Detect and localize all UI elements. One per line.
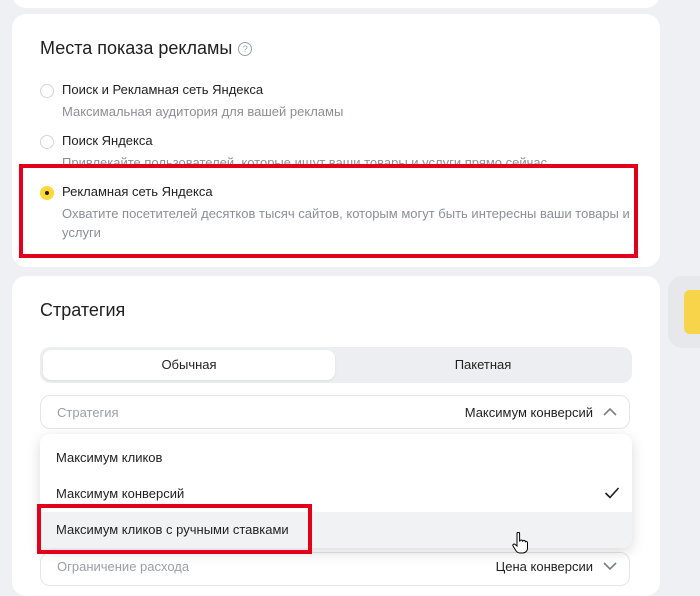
highlight-frame — [37, 504, 312, 554]
help-icon[interactable]: ? — [238, 42, 253, 56]
side-widget[interactable] — [668, 276, 700, 348]
spend-limit-select[interactable]: Ограничение расхода Цена конверсии — [40, 552, 630, 586]
placements-title-text: Места показа рекламы — [40, 38, 233, 58]
strategy-title: Стратегия — [40, 300, 126, 320]
check-icon — [604, 487, 620, 499]
placements-title: Места показа рекламы? — [40, 38, 253, 59]
hand-cursor-icon — [512, 532, 528, 554]
spend-limit-label: Ограничение расхода — [57, 559, 190, 574]
dropdown-item-label: Максимум кликов — [56, 450, 163, 465]
strategy-select[interactable]: Стратегия Максимум конверсий — [40, 395, 630, 429]
highlight-frame — [19, 164, 638, 258]
radio-button[interactable] — [40, 84, 54, 98]
tab-package[interactable]: Пакетная — [337, 350, 629, 380]
chevron-down-icon — [603, 562, 617, 571]
radio-button[interactable] — [40, 135, 54, 149]
spend-limit-value: Цена конверсии — [495, 559, 593, 574]
dropdown-item-max-clicks[interactable]: Максимум кликов — [40, 440, 632, 476]
sticky-note-icon — [684, 290, 700, 334]
previous-card — [12, 0, 660, 8]
tab-normal[interactable]: Обычная — [43, 350, 335, 380]
strategy-type-switch: Обычная Пакетная — [40, 347, 632, 383]
placement-option-description: Максимальная аудитория для вашей рекламы — [62, 104, 344, 119]
strategy-select-label: Стратегия — [57, 405, 119, 420]
dropdown-item-label: Максимум конверсий — [56, 486, 185, 501]
strategy-select-value: Максимум конверсий — [464, 405, 593, 420]
placement-option-label: Поиск и Рекламная сеть Яндекса — [62, 82, 264, 97]
chevron-up-icon — [603, 407, 617, 416]
placement-option-label: Поиск Яндекса — [62, 133, 153, 148]
